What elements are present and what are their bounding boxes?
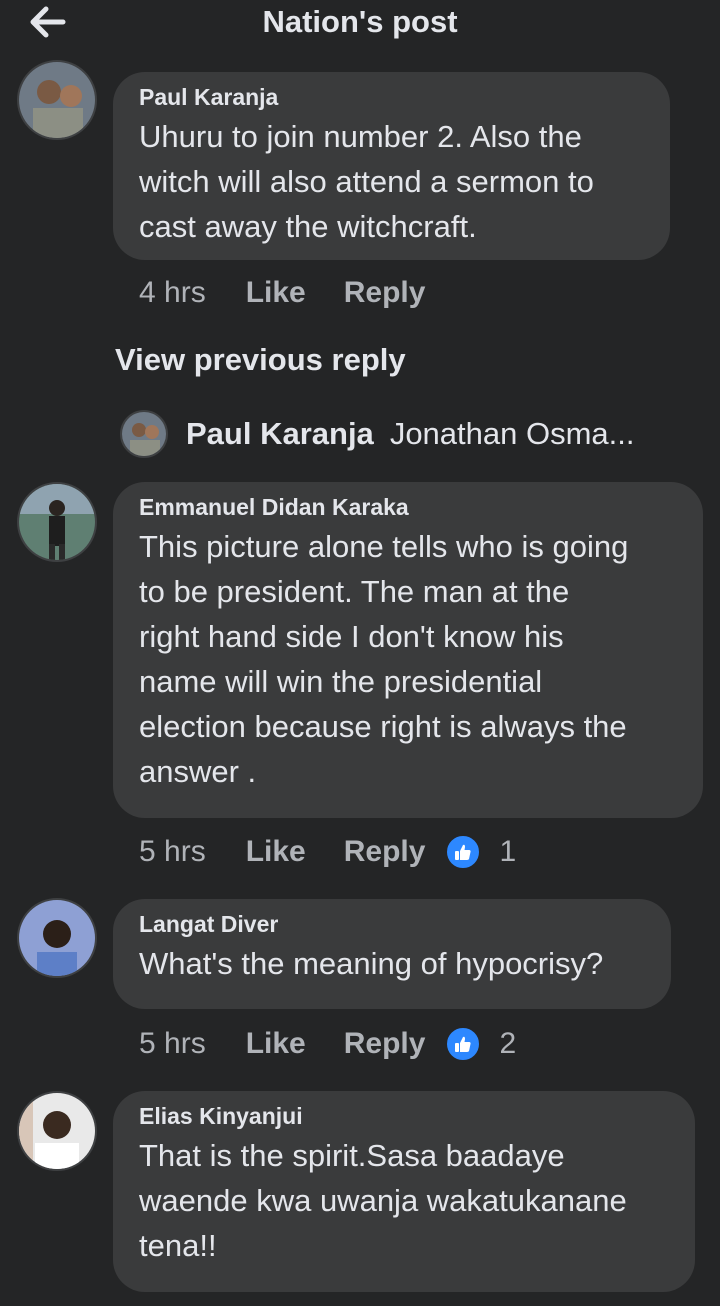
person-photo-icon [19, 62, 95, 138]
avatar[interactable] [17, 898, 97, 978]
reaction-summary[interactable]: 1 [445, 834, 516, 870]
comment-text: This picture alone tells who is going to… [139, 529, 629, 789]
like-button[interactable]: Like [246, 276, 306, 310]
comment-bubble: Langat Diver What's the meaning of hypoc… [113, 899, 671, 1009]
timestamp[interactable]: 5 hrs [139, 1027, 206, 1061]
like-button[interactable]: Like [246, 1027, 306, 1061]
comment-text: What's the meaning of hypocrisy? [139, 946, 604, 981]
comment-author[interactable]: Emmanuel Didan Karaka [139, 490, 677, 524]
comment-author[interactable]: Langat Diver [139, 907, 645, 941]
page-title: Nation's post [262, 4, 458, 39]
comment-author[interactable]: Elias Kinyanjui [139, 1099, 669, 1133]
reply-button[interactable]: Reply [344, 276, 426, 310]
thumbs-up-icon [445, 1026, 482, 1062]
reply-button[interactable]: Reply [344, 835, 426, 869]
reply-preview[interactable]: Paul Karanja Jonathan Osma... [120, 408, 635, 460]
comment-bubble: Elias Kinyanjui That is the spirit.Sasa … [113, 1091, 695, 1292]
reaction-summary[interactable]: 2 [445, 1026, 516, 1062]
comment-actions: 5 hrs Like Reply 2 [139, 1026, 516, 1062]
reply-author: Paul Karanja [186, 416, 374, 451]
person-photo-icon [19, 484, 95, 560]
reaction-count: 2 [499, 1027, 517, 1060]
timestamp[interactable]: 4 hrs [139, 276, 206, 310]
comment-bubble: Paul Karanja Uhuru to join number 2. Als… [113, 72, 670, 260]
avatar[interactable] [17, 482, 97, 562]
comment-actions: 4 hrs Like Reply [139, 276, 463, 310]
avatar [120, 410, 168, 458]
like-button[interactable]: Like [246, 835, 306, 869]
reaction-count: 1 [499, 835, 517, 868]
person-photo-icon [19, 1093, 95, 1169]
reply-button[interactable]: Reply [344, 1027, 426, 1061]
thumbs-up-icon [445, 834, 482, 870]
avatar[interactable] [17, 1091, 97, 1171]
view-previous-reply-link[interactable]: View previous reply [115, 342, 406, 378]
person-photo-icon [122, 412, 166, 456]
comment-text: That is the spirit.Sasa baadaye waende k… [139, 1138, 627, 1263]
timestamp[interactable]: 5 hrs [139, 835, 206, 869]
comment-bubble: Emmanuel Didan Karaka This picture alone… [113, 482, 703, 818]
comment-author[interactable]: Paul Karanja [139, 80, 644, 114]
top-bar: Nation's post [0, 0, 720, 56]
comment-actions: 5 hrs Like Reply 1 [139, 834, 516, 870]
person-photo-icon [19, 900, 95, 976]
reply-snippet: Jonathan Osma... [389, 416, 635, 451]
comment-text: Uhuru to join number 2. Also the witch w… [139, 119, 594, 244]
avatar[interactable] [17, 60, 97, 140]
